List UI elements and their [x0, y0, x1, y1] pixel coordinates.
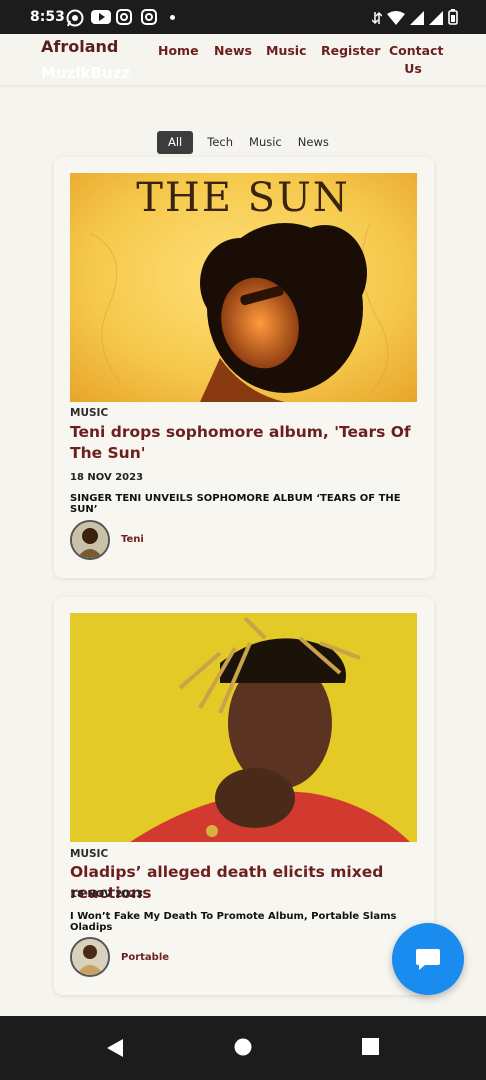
filter-all[interactable]: All — [157, 131, 194, 154]
youtube-icon — [91, 9, 111, 25]
brand-name[interactable]: Afroland — [41, 37, 118, 56]
post-image[interactable]: THE SUN — [70, 173, 417, 402]
filter-music[interactable]: Music — [241, 131, 290, 154]
post-card[interactable]: THE SUN MUSIC Teni drops sophomore album… — [54, 157, 434, 578]
post-excerpt: SINGER TENI UNVEILS SOPHOMORE ALBUM ‘TEA… — [70, 493, 401, 515]
post-image[interactable] — [70, 613, 417, 842]
signal-icon — [410, 10, 424, 29]
battery-icon — [448, 9, 458, 29]
author-name[interactable]: Portable — [121, 952, 169, 963]
author-avatar[interactable] — [70, 520, 110, 560]
back-icon[interactable] — [106, 1038, 124, 1062]
home-icon[interactable] — [234, 1038, 252, 1060]
instagram-icon — [116, 9, 134, 25]
status-bar: 8:53 — [0, 0, 486, 34]
nav-contact-us[interactable]: Contact Us — [389, 42, 443, 78]
post-date: 18 NOV 2023 — [70, 472, 144, 483]
post-title[interactable]: Teni drops sophomore album, 'Tears Of Th… — [70, 422, 420, 464]
chat-fab-button[interactable] — [392, 923, 464, 995]
site-header: Afroland MuzikBuzz Home News Music Regis… — [0, 34, 486, 86]
instagram-icon-2 — [141, 9, 159, 25]
album-title-art: THE SUN — [136, 175, 350, 221]
author-name[interactable]: Teni — [121, 534, 144, 545]
nav-news[interactable]: News — [214, 43, 252, 58]
post-category: MUSIC — [70, 407, 109, 419]
recents-icon[interactable] — [362, 1038, 380, 1060]
post-date: 18 NOV 2023 — [70, 889, 144, 900]
post-category: MUSIC — [70, 848, 109, 860]
chat-icon — [416, 949, 440, 970]
author-avatar[interactable] — [70, 937, 110, 977]
notification-dot-icon — [170, 14, 175, 20]
whatsapp-icon — [66, 9, 84, 27]
system-nav-bar — [0, 1016, 486, 1080]
nav-register[interactable]: Register — [321, 43, 380, 58]
filter-news[interactable]: News — [290, 131, 337, 154]
category-filter: All Tech Music News — [157, 131, 337, 154]
status-time: 8:53 — [30, 9, 65, 25]
nav-music[interactable]: Music — [266, 43, 306, 58]
signal-icon-2 — [429, 10, 443, 29]
brand-subtitle[interactable]: MuzikBuzz — [41, 64, 130, 82]
data-transfer-icon — [371, 10, 383, 29]
filter-tech[interactable]: Tech — [199, 131, 241, 154]
post-card[interactable]: MUSIC Oladips’ alleged death elicits mix… — [54, 597, 434, 995]
post-excerpt: I Won’t Fake My Death To Promote Album, … — [70, 911, 397, 933]
nav-home[interactable]: Home — [158, 43, 199, 58]
wifi-icon — [387, 10, 405, 29]
